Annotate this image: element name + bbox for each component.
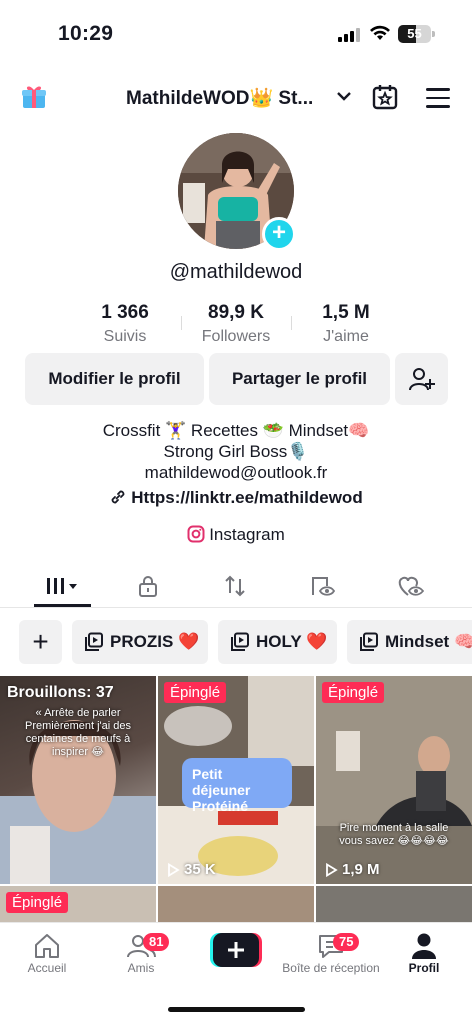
bio-line: Strong Girl Boss🎙️: [163, 442, 309, 461]
profile-header: MathildeWOD👑 St...: [0, 70, 472, 126]
share-profile-button[interactable]: Partager le profil: [209, 353, 390, 405]
status-time: 10:29: [58, 22, 114, 45]
link-icon: [111, 490, 125, 504]
video-grid: Brouillons: 37 « Arrête de parler Premiè…: [0, 676, 472, 926]
hamburger-menu-icon[interactable]: [426, 88, 450, 114]
battery-icon: 55: [398, 25, 431, 43]
profile-bio: Crossfit 🏋️‍♀️ Recettes 🥗 Mindset🧠 Stron…: [0, 420, 472, 483]
battery-level: 55: [407, 26, 422, 41]
video-tile[interactable]: Épinglé: [0, 886, 156, 926]
pinned-badge: Épinglé: [164, 682, 227, 703]
playlist-item[interactable]: Mindset 🧠: [347, 620, 472, 664]
nav-inbox-label: Boîte de réception: [282, 961, 380, 975]
status-bar: 10:29 55: [0, 0, 472, 60]
view-count: 35 K: [166, 861, 216, 878]
video-caption: « Arrête de parler Premièrement j'ai des…: [24, 707, 132, 758]
drafts-count: Brouillons: 37: [7, 684, 114, 701]
add-playlist-button[interactable]: +: [19, 620, 62, 664]
bio-line: Crossfit 🏋️‍♀️ Recettes 🥗 Mindset🧠: [102, 421, 370, 440]
edit-profile-button[interactable]: Modifier le profil: [25, 353, 204, 405]
profile-link-text: Https://linktr.ee/mathildewod: [131, 488, 363, 507]
drafts-tile[interactable]: Brouillons: 37 « Arrête de parler Premiè…: [0, 676, 156, 884]
cellular-signal-icon: [338, 28, 360, 42]
stat-following[interactable]: 1 366 Suivis: [65, 302, 185, 346]
add-friend-button[interactable]: [395, 353, 448, 405]
play-icon: [168, 862, 180, 877]
stat-followers-label: Followers: [201, 328, 271, 345]
pinned-badge: Épinglé: [6, 892, 69, 913]
playlist-icon: [360, 632, 378, 651]
video-thumbnail: [316, 676, 472, 884]
stat-likes-label: J'aime: [323, 328, 369, 345]
view-count: 1,9 M: [324, 861, 380, 878]
nav-inbox[interactable]: Boîte de réception 75: [280, 931, 382, 975]
video-tile[interactable]: [316, 886, 472, 926]
playlist-label: PROZIS ❤️: [110, 632, 200, 651]
instagram-icon: [187, 525, 205, 543]
playlist-icon: [85, 632, 103, 651]
video-sticker: Petit déjeuner Protéiné: [182, 758, 292, 814]
grid-icon: [47, 578, 77, 594]
playlist-item[interactable]: PROZIS ❤️: [72, 620, 208, 664]
lock-icon: [139, 576, 157, 597]
create-button[interactable]: [210, 933, 262, 967]
profile-link[interactable]: Https://linktr.ee/mathildewod: [0, 488, 472, 508]
tab-private[interactable]: [118, 564, 178, 608]
nav-home-label: Accueil: [27, 961, 67, 975]
tab-reposts[interactable]: [205, 564, 265, 608]
wifi-icon: [370, 25, 390, 40]
view-count-value: 1,9 M: [342, 861, 380, 878]
battery-cap: [432, 31, 435, 37]
bookmark-eye-icon: [312, 577, 335, 596]
video-tile[interactable]: [158, 886, 314, 926]
nav-friends[interactable]: Amis 81: [101, 931, 181, 975]
tab-liked[interactable]: [380, 564, 440, 608]
stat-followers-value: 89,9 K: [208, 302, 264, 323]
playlist-item[interactable]: HOLY ❤️: [218, 620, 337, 664]
instagram-link[interactable]: Instagram: [0, 525, 472, 545]
playlists-row: + PROZIS ❤️ HOLY ❤️ Mindset 🧠: [0, 620, 472, 664]
profile-switcher-title[interactable]: MathildeWOD👑 St...: [126, 86, 313, 110]
tab-favorites[interactable]: [292, 564, 352, 608]
profile-handle: @mathildewod: [169, 261, 303, 283]
tab-videos[interactable]: [32, 564, 92, 608]
nav-profile[interactable]: Profil: [384, 931, 464, 975]
plus-icon: [210, 933, 262, 967]
content-tabs: [0, 564, 472, 608]
video-caption: Pire moment à la salle vous savez 😂😂😂😂: [339, 822, 449, 847]
friends-badge: 81: [143, 933, 170, 951]
profile-stats: 1 366 Suivis 89,9 K Followers 1,5 M J'ai…: [0, 302, 472, 348]
view-count-value: 35 K: [184, 861, 216, 878]
profile-actions: Modifier le profil Partager le profil: [0, 353, 472, 405]
inbox-badge: 75: [333, 933, 360, 951]
stat-followers[interactable]: 89,9 K Followers: [176, 302, 296, 346]
calendar-star-icon[interactable]: [372, 84, 398, 110]
nav-profile-label: Profil: [408, 961, 440, 975]
stat-following-label: Suivis: [103, 328, 147, 345]
bio-email: mathildewod@outlook.fr: [144, 463, 328, 482]
gift-icon[interactable]: [21, 83, 47, 109]
add-story-button[interactable]: +: [262, 217, 296, 251]
repost-icon: [225, 575, 245, 597]
instagram-label: Instagram: [209, 525, 285, 544]
home-indicator: [168, 1007, 305, 1012]
chevron-down-icon[interactable]: [336, 90, 352, 102]
playlist-label: HOLY ❤️: [256, 632, 328, 651]
stat-following-value: 1 366: [101, 302, 149, 323]
pinned-badge: Épinglé: [322, 682, 385, 703]
active-tab-indicator: [34, 604, 91, 607]
playlist-icon: [231, 632, 249, 651]
playlist-label: Mindset 🧠: [385, 632, 472, 651]
profile-icon: [412, 933, 436, 959]
video-tile[interactable]: Épinglé Petit déjeuner Protéiné 35 K: [158, 676, 314, 884]
stat-likes-value: 1,5 M: [322, 302, 370, 323]
add-user-icon: [408, 368, 435, 391]
nav-friends-label: Amis: [127, 961, 155, 975]
heart-eye-icon: [398, 576, 424, 596]
nav-home[interactable]: Accueil: [7, 931, 87, 975]
video-tile[interactable]: Épinglé Pire moment à la salle vous save…: [316, 676, 472, 884]
home-icon: [35, 934, 59, 958]
stat-likes[interactable]: 1,5 M J'aime: [286, 302, 406, 346]
play-icon: [326, 862, 338, 877]
